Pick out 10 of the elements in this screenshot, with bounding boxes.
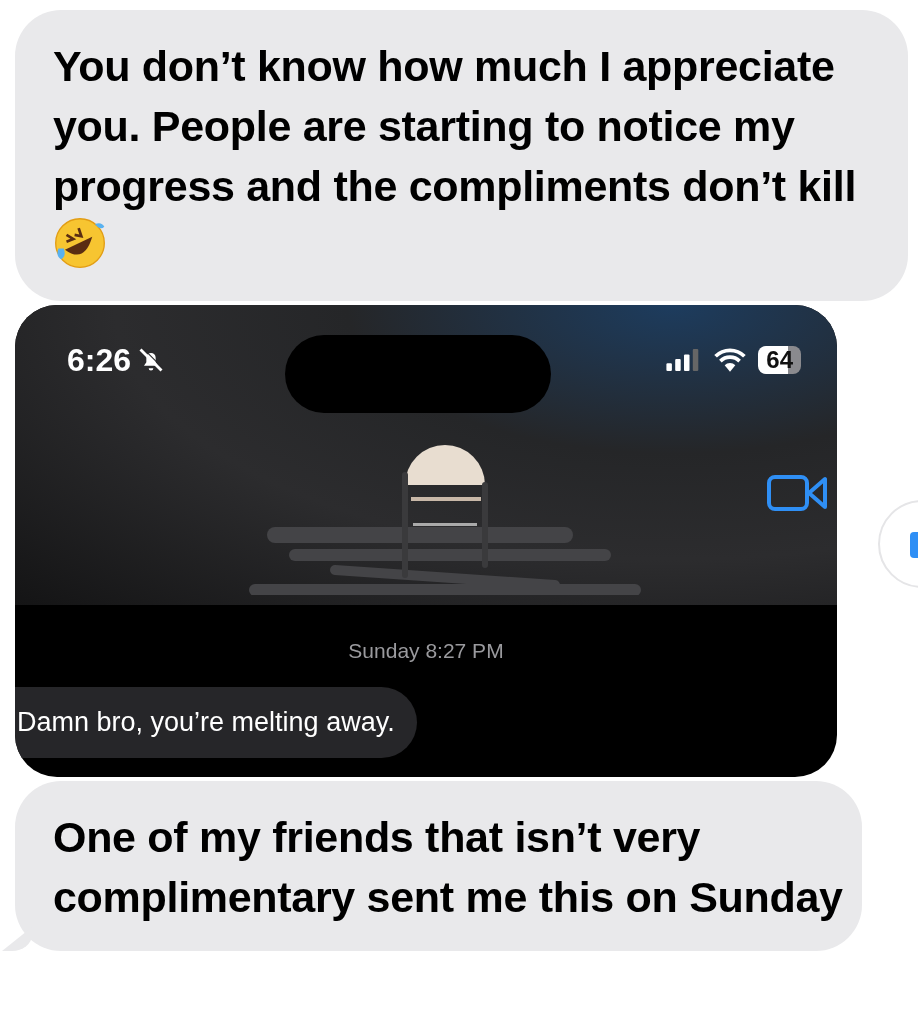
message-text: You don’t know how much I appreciate you. People are starting to notice my progress and the compliments don’t kill bbox=[53, 42, 857, 210]
status-time: 6:26 bbox=[67, 341, 132, 379]
message-bubble: Damn bro, you’re melting away. bbox=[15, 687, 417, 758]
video-camera-icon[interactable] bbox=[767, 473, 827, 513]
wifi-icon bbox=[714, 348, 747, 372]
battery-percent: 64 bbox=[766, 346, 793, 374]
bell-slash-icon bbox=[137, 346, 166, 374]
message-timestamp: Sunday 8:27 PM bbox=[347, 639, 505, 663]
laughing-emoji-icon bbox=[53, 216, 107, 270]
message-text: One of my friends that isn’t very complimentary sent me this on Sunday bbox=[53, 813, 843, 921]
